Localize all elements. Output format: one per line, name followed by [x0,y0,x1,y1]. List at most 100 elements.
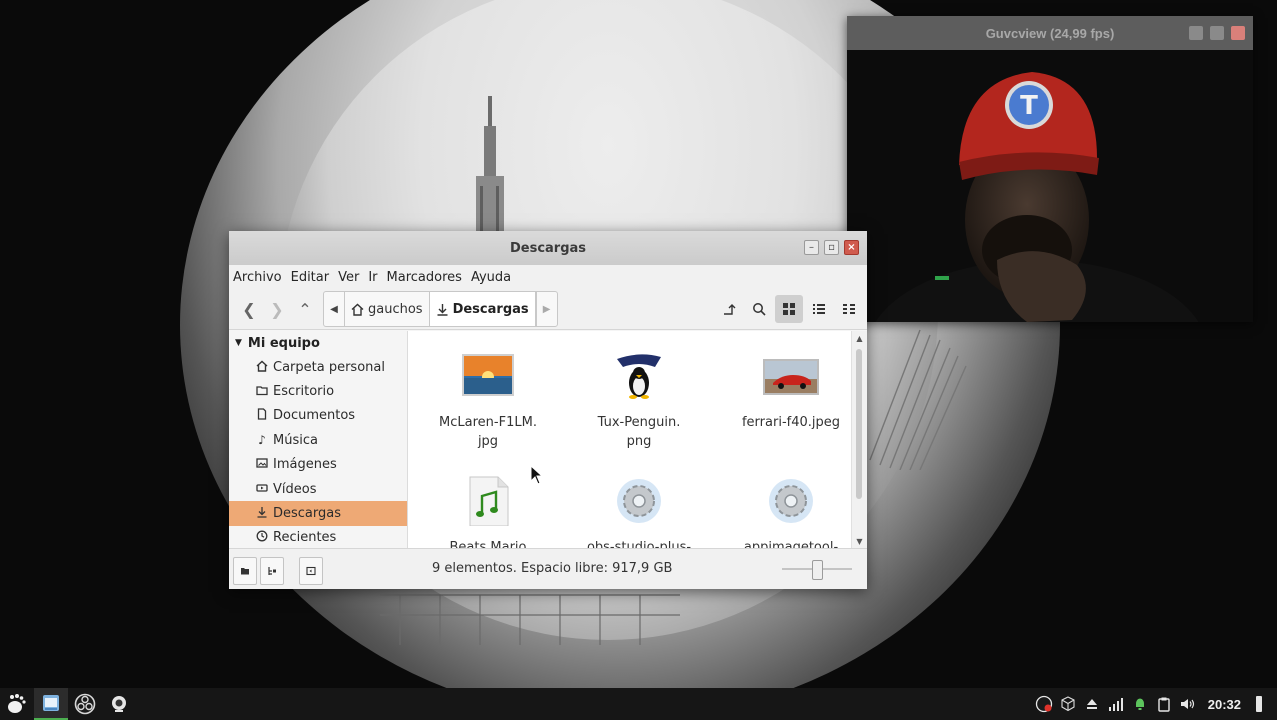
taskbar-obs-studio[interactable] [68,688,102,720]
tray-network[interactable] [1106,688,1126,720]
file-item-appimagetool[interactable]: appimagetool- [716,476,852,549]
close-button[interactable]: × [844,240,859,255]
tray-clipboard[interactable] [1154,688,1174,720]
back-button[interactable]: ❮ [235,295,263,323]
sidebar-item-label: Documentos [273,408,356,424]
window-title: Descargas [509,240,587,256]
tray-obs-recording[interactable] [1034,688,1054,720]
maximize-button[interactable]: ▫ [824,240,839,255]
sidebar-item-musica[interactable]: ♪ Música [229,428,407,452]
menu-ir[interactable]: Ir [368,270,377,285]
sidebar-item-descargas[interactable]: Descargas [229,501,407,526]
wallpaper-tower [476,96,504,236]
signal-icon [1108,698,1123,711]
toolbar: ❮ ❯ ⌃ ◀ gauchos Descargas ▶ [229,289,867,330]
breadcrumb-scroll-left[interactable]: ◀ [324,292,345,326]
maximize-button[interactable] [1210,26,1224,40]
taskbar-file-manager[interactable] [34,688,68,720]
status-text: 9 elementos. Espacio libre: 917,9 GB [432,561,673,576]
menu-ver[interactable]: Ver [338,270,359,285]
search-icon [753,303,766,316]
compact-view-button[interactable] [835,295,863,323]
file-manager-titlebar[interactable]: Descargas – ▫ × [229,231,867,265]
arrow-up-icon: ⌃ [298,299,312,319]
guvcview-titlebar[interactable]: Guvcview (24,99 fps) [847,16,1253,50]
taskbar: 20:32 [0,688,1277,720]
tray-session[interactable] [1249,688,1269,720]
image-icon [255,457,269,472]
sidebar-section-header[interactable]: ▼ Mi equipo [229,331,407,355]
menu-marcadores[interactable]: Marcadores [387,270,462,285]
obs-icon [74,693,96,715]
system-tray: 20:32 [1034,688,1277,720]
mouse-cursor-icon [530,465,544,485]
file-grid: McLaren-F1LM. jpg Tux-Penguin. png ferra… [408,331,852,549]
menu-editar[interactable]: Editar [291,270,330,285]
minimize-button[interactable] [1189,26,1203,40]
file-item-beats-mario[interactable]: Beats Mario [413,476,563,549]
breadcrumb-current[interactable]: Descargas [429,292,536,326]
sidebar-item-label: Imágenes [273,457,337,473]
tray-eject[interactable] [1082,688,1102,720]
zoom-slider-handle[interactable] [811,560,823,580]
forward-button[interactable]: ❯ [263,295,291,323]
sidebar-item-label: Escritorio [273,384,335,400]
list-view-icon [813,304,825,314]
zoom-slider[interactable] [782,560,852,580]
guvcview-title: Guvcview (24,99 fps) [985,25,1115,41]
taskbar-guvcview[interactable] [102,688,136,720]
wallpaper-railing [869,329,967,470]
tray-notifications[interactable] [1130,688,1150,720]
toggle-sidebar-button[interactable] [299,557,323,585]
guvcview-window[interactable]: Guvcview (24,99 fps) T [847,16,1253,322]
audio-file-icon [469,476,509,527]
vertical-scrollbar[interactable]: ▲ ▼ [851,331,867,549]
sidebar-item-carpeta-personal[interactable]: Carpeta personal [229,355,407,379]
toggle-location-button[interactable] [715,295,743,323]
tray-volume[interactable] [1178,688,1198,720]
cap-letter: T [1020,91,1038,121]
breadcrumb: ◀ gauchos Descargas ▶ [323,291,558,327]
breadcrumb-home[interactable]: gauchos [345,292,430,326]
show-tree-button[interactable] [260,557,284,585]
breadcrumb-scroll-right[interactable]: ▶ [535,292,557,326]
file-name-ext: png [626,434,652,449]
search-button[interactable] [745,295,773,323]
gnome-foot-icon [8,694,26,713]
bell-icon [1135,698,1144,710]
file-item-mclaren[interactable]: McLaren-F1LM. jpg [413,351,563,451]
tray-package-updater[interactable] [1058,688,1078,720]
clock[interactable]: 20:32 [1208,697,1241,712]
gear-file-icon [617,479,661,523]
compact-view-icon [843,304,855,314]
menu-archivo[interactable]: Archivo [233,270,282,285]
file-name-ext: jpg [477,434,499,449]
menu-ayuda[interactable]: Ayuda [471,270,511,285]
sidebar-item-videos[interactable]: Vídeos [229,477,407,501]
file-item-obs-studio[interactable]: obs-studio-plus- [564,476,714,549]
file-item-tux[interactable]: Tux-Penguin. png [564,351,714,451]
breadcrumb-home-label: gauchos [368,301,423,317]
gnome-menu-button[interactable] [0,688,34,720]
sidebar-item-documentos[interactable]: Documentos [229,404,407,428]
close-button[interactable] [1231,26,1245,40]
sidebar-item-label: Carpeta personal [273,359,385,375]
grid-view-icon [783,303,795,315]
scroll-down-icon[interactable]: ▼ [852,537,867,546]
file-manager-window[interactable]: Descargas – ▫ × Archivo Editar Ver Ir Ma… [229,231,867,589]
up-button[interactable]: ⌃ [291,295,319,323]
breadcrumb-current-label: Descargas [452,301,529,317]
sidebar-item-recientes[interactable]: Recientes [229,526,407,549]
icon-view-button[interactable] [775,295,803,323]
list-view-button[interactable] [805,295,833,323]
places-icon [241,568,249,575]
sidebar-item-imagenes[interactable]: Imágenes [229,453,407,477]
clipboard-icon [1158,697,1170,712]
show-places-button[interactable] [233,557,257,585]
video-icon [255,482,269,497]
minimize-button[interactable]: – [804,240,819,255]
scroll-up-icon[interactable]: ▲ [852,334,867,343]
file-item-ferrari[interactable]: ferrari-f40.jpeg [716,351,852,432]
scrollbar-thumb[interactable] [856,349,862,499]
sidebar-item-escritorio[interactable]: Escritorio [229,379,407,403]
